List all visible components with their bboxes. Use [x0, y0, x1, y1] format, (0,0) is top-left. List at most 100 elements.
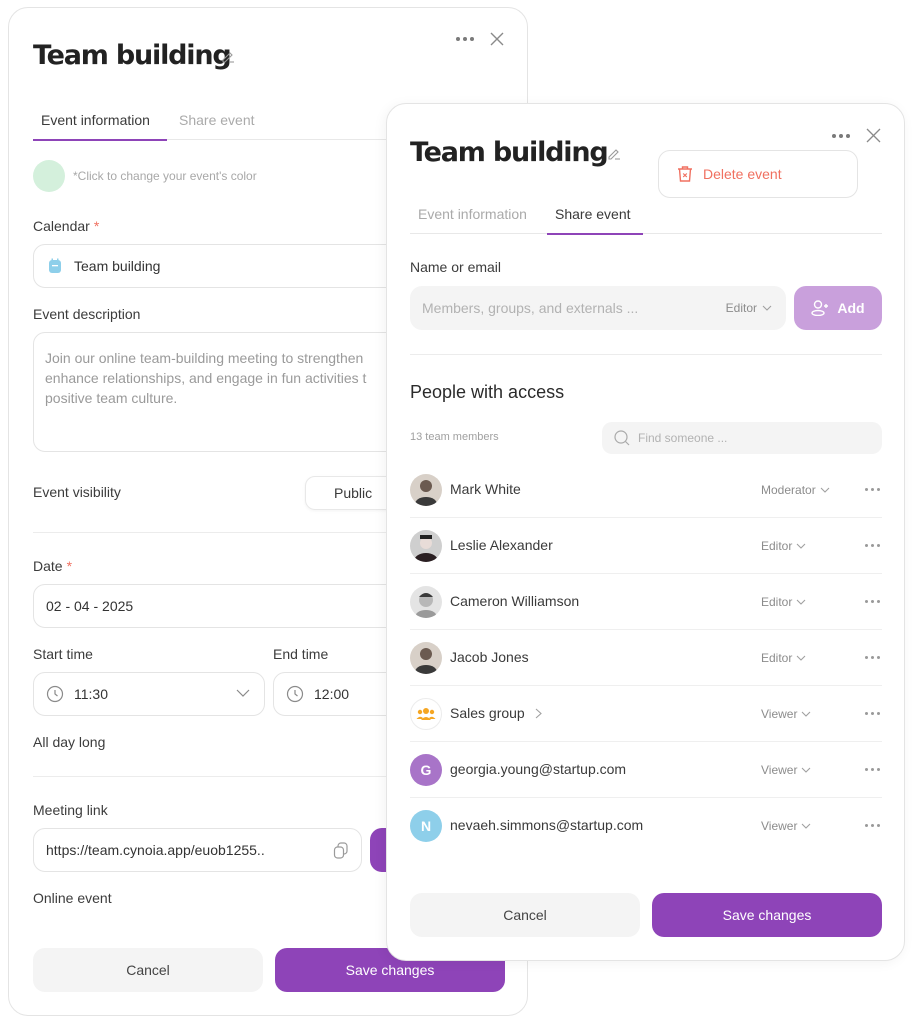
divider: [410, 354, 882, 355]
all-day-label: All day long: [33, 734, 106, 750]
role-select[interactable]: Viewer: [761, 763, 811, 777]
search-icon: [614, 430, 630, 446]
avatar: [410, 586, 442, 618]
event-color-swatch[interactable]: [33, 160, 65, 192]
person-row: Leslie Alexander Editor: [410, 518, 882, 574]
share-event-dialog: Team building Delete event Event informa…: [386, 103, 905, 961]
role-value: Editor: [725, 301, 757, 315]
chevron-down-icon: [796, 655, 806, 661]
more-options-icon[interactable]: [456, 37, 474, 41]
tab-event-information[interactable]: Event information: [33, 110, 167, 141]
avatar: [410, 530, 442, 562]
group-icon: [416, 708, 436, 720]
start-time-value: 11:30: [74, 686, 108, 702]
find-someone-input[interactable]: Find someone ...: [602, 422, 882, 454]
chevron-down-icon: [802, 711, 811, 717]
tab-bar: Event information Share event: [33, 110, 413, 141]
edit-pencil-icon[interactable]: [220, 48, 236, 64]
chevron-down-icon: [236, 689, 250, 697]
chevron-down-icon: [762, 305, 772, 311]
group-avatar: [410, 698, 442, 730]
delete-event-label: Delete event: [703, 166, 782, 182]
role-select[interactable]: Editor: [761, 595, 806, 609]
cancel-button[interactable]: Cancel: [33, 948, 263, 992]
meeting-link-label: Meeting link: [33, 802, 108, 818]
more-options-icon[interactable]: [832, 134, 850, 138]
chevron-down-icon: [796, 543, 806, 549]
tab-share-event[interactable]: Share event: [547, 204, 643, 235]
row-more-icon[interactable]: [865, 600, 880, 603]
person-row: N nevaeh.simmons@startup.com Viewer: [410, 798, 882, 854]
trash-icon: [678, 166, 692, 182]
tab-event-information[interactable]: Event information: [418, 204, 527, 234]
role-select[interactable]: Moderator: [761, 483, 830, 497]
chevron-down-icon: [796, 599, 806, 605]
description-textarea[interactable]: Join our online team-building meeting to…: [33, 332, 413, 452]
date-input[interactable]: 02 - 04 - 2025: [33, 584, 413, 628]
role-select[interactable]: Viewer: [761, 819, 811, 833]
date-value: 02 - 04 - 2025: [46, 598, 134, 614]
end-time-value: 12:00: [314, 686, 350, 702]
add-button[interactable]: Add: [794, 286, 882, 330]
avatar: [410, 642, 442, 674]
person-name: Mark White: [450, 481, 521, 497]
description-line: Join our online team-building meeting to…: [45, 350, 364, 366]
name-or-email-input[interactable]: Members, groups, and externals ... Edito…: [410, 286, 786, 330]
group-name: Sales group: [450, 705, 542, 721]
row-more-icon[interactable]: [865, 768, 880, 771]
event-title: Team building: [410, 137, 609, 168]
calendar-select[interactable]: Team building: [33, 244, 413, 288]
row-more-icon[interactable]: [865, 824, 880, 827]
avatar: [410, 474, 442, 506]
row-more-icon[interactable]: [865, 488, 880, 491]
person-row: Mark White Moderator: [410, 462, 882, 518]
edit-pencil-icon[interactable]: [606, 145, 622, 161]
chevron-down-icon: [802, 767, 811, 773]
start-time-select[interactable]: 11:30: [33, 672, 265, 716]
save-changes-button[interactable]: Save changes: [652, 893, 882, 937]
row-more-icon[interactable]: [865, 544, 880, 547]
clock-icon: [46, 685, 64, 703]
divider: [33, 776, 403, 777]
description-label: Event description: [33, 306, 141, 322]
add-user-icon: [811, 300, 829, 316]
member-count: 13 team members: [410, 431, 499, 443]
close-icon[interactable]: [866, 128, 881, 143]
person-name: Leslie Alexander: [450, 537, 553, 553]
tab-share-event[interactable]: Share event: [179, 110, 255, 140]
role-select[interactable]: Editor: [726, 301, 772, 315]
row-more-icon[interactable]: [865, 712, 880, 715]
date-label: Date *: [33, 558, 73, 574]
delete-event-menu-item[interactable]: Delete event: [658, 150, 858, 198]
chevron-down-icon: [820, 487, 830, 493]
name-or-email-label: Name or email: [410, 259, 502, 275]
calendar-value: Team building: [74, 258, 161, 274]
meeting-link-input[interactable]: https://team.cynoia.app/euob1255..: [33, 828, 362, 872]
person-name: Jacob Jones: [450, 649, 529, 665]
divider: [33, 532, 403, 533]
clock-icon: [286, 685, 304, 703]
visibility-label: Event visibility: [33, 484, 121, 500]
end-time-label: End time: [273, 646, 329, 662]
row-more-icon[interactable]: [865, 656, 880, 659]
avatar: N: [410, 810, 442, 842]
add-label: Add: [837, 300, 865, 316]
person-email: georgia.young@startup.com: [450, 761, 627, 777]
role-select[interactable]: Viewer: [761, 707, 811, 721]
event-title: Team building: [33, 40, 232, 71]
close-icon[interactable]: [489, 31, 505, 47]
copy-icon[interactable]: [333, 842, 349, 860]
group-row[interactable]: Sales group Viewer: [410, 686, 882, 742]
role-select[interactable]: Editor: [761, 539, 806, 553]
color-hint: *Click to change your event's color: [73, 169, 257, 183]
calendar-label: Calendar *: [33, 218, 100, 234]
cancel-button[interactable]: Cancel: [410, 893, 640, 937]
calendar-icon: [49, 258, 61, 273]
person-row: Jacob Jones Editor: [410, 630, 882, 686]
avatar: G: [410, 754, 442, 786]
person-email: nevaeh.simmons@startup.com: [450, 817, 644, 833]
description-line: positive team culture.: [45, 390, 178, 406]
role-select[interactable]: Editor: [761, 651, 806, 665]
person-name: Cameron Williamson: [450, 593, 580, 609]
person-row: Cameron Williamson Editor: [410, 574, 882, 630]
